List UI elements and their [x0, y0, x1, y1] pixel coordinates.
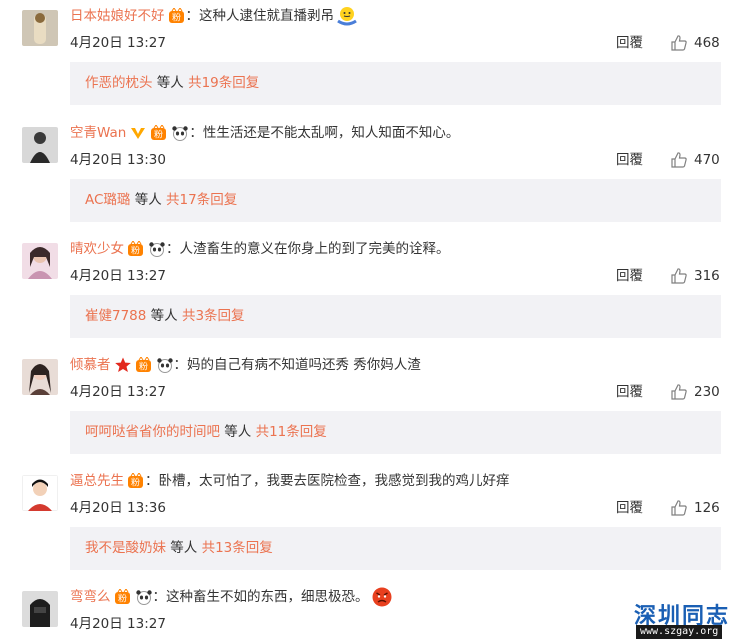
- reply-mid-text: 等人: [130, 192, 167, 208]
- like-button[interactable]: 470: [670, 149, 720, 171]
- replies-summary[interactable]: 崔健7788 等人 共3条回复: [70, 295, 721, 338]
- comment-time: 4月20日 13:27: [70, 384, 166, 400]
- angry-face-emoji-icon: [372, 587, 391, 607]
- reply-author[interactable]: 呵呵哒省省你的时间吧: [85, 424, 220, 440]
- reply-count-link[interactable]: 共13条回复: [202, 540, 273, 556]
- reply-mid-text: 等人: [166, 540, 202, 556]
- comment-text: ：这种畜生不如的东西，细思极恐。: [152, 589, 369, 605]
- like-count: 468: [694, 35, 720, 51]
- vip-badge-icon: 粉: [128, 241, 143, 257]
- like-count: 470: [694, 152, 720, 168]
- avatar[interactable]: [22, 475, 58, 511]
- reply-button[interactable]: 回覆: [616, 499, 643, 517]
- like-button[interactable]: 230: [670, 381, 720, 403]
- svg-text:粉: 粉: [131, 245, 140, 257]
- vip-badge-icon: 粉: [135, 357, 151, 373]
- site-watermark: 深圳同志 www.szgay.org: [622, 598, 737, 642]
- reply-count-link[interactable]: 共19条回复: [188, 75, 259, 91]
- comment-text: ：性生活还是不能太乱啊，知人知面不知心。: [189, 125, 460, 141]
- vip-badge-icon: 粉: [114, 589, 130, 605]
- replies-summary[interactable]: 作恶的枕头 等人 共19条回复: [70, 62, 721, 105]
- comment-text: ：妈的自己有病不知道吗还秀 秀你妈人渣: [173, 357, 421, 373]
- comment-time: 4月20日 13:27: [70, 35, 166, 51]
- vip-badge-icon: 粉: [128, 473, 143, 489]
- thumbs-up-icon: [671, 152, 687, 168]
- reply-author[interactable]: 崔健7788: [85, 308, 146, 324]
- svg-text:粉: 粉: [138, 361, 147, 373]
- username[interactable]: 空青Wan: [70, 123, 126, 143]
- comment-time: 4月20日 13:27: [70, 268, 166, 284]
- vip-badge-icon: 粉: [151, 125, 167, 141]
- svg-text:粉: 粉: [117, 593, 126, 605]
- like-count: 230: [694, 384, 720, 400]
- vip-badge-icon: 粉: [168, 8, 184, 24]
- avatar[interactable]: [22, 10, 58, 46]
- reply-author[interactable]: 作恶的枕头: [85, 75, 153, 91]
- reply-mid-text: 等人: [146, 308, 182, 324]
- username[interactable]: 日本姑娘好不好: [70, 6, 165, 26]
- username[interactable]: 弯弯么: [70, 587, 111, 607]
- reply-count-link[interactable]: 共17条回复: [166, 192, 237, 208]
- verified-v-icon: [131, 128, 146, 139]
- reply-button[interactable]: 回覆: [616, 267, 643, 285]
- username[interactable]: 倾慕者: [70, 355, 111, 375]
- thumbs-up-icon: [671, 268, 687, 284]
- username[interactable]: 逼总先生: [70, 471, 124, 491]
- reply-button[interactable]: 回覆: [616, 151, 643, 169]
- like-count: 316: [694, 268, 720, 284]
- replies-summary[interactable]: 我不是酸奶妹 等人 共13条回复: [70, 527, 721, 570]
- panda-icon: [172, 126, 189, 141]
- comment-time: 4月20日 13:36: [70, 500, 166, 516]
- avatar[interactable]: [22, 243, 58, 279]
- comment-time: 4月20日 13:27: [70, 616, 166, 632]
- avatar[interactable]: [22, 591, 58, 627]
- reply-author[interactable]: AC璐璐: [85, 192, 130, 208]
- shrug-emoji-icon: [337, 7, 357, 26]
- like-button[interactable]: 316: [670, 265, 720, 287]
- like-button[interactable]: 468: [670, 32, 720, 54]
- reply-count-link[interactable]: 共3条回复: [182, 308, 245, 324]
- replies-summary[interactable]: AC璐璐 等人 共17条回复: [70, 179, 721, 222]
- svg-text:粉: 粉: [154, 129, 163, 141]
- svg-text:粉: 粉: [171, 12, 180, 24]
- comment-text: ：人渣畜生的意义在你身上的到了完美的诠释。: [166, 241, 450, 257]
- avatar[interactable]: [22, 359, 58, 395]
- reply-author[interactable]: 我不是酸奶妹: [85, 540, 166, 556]
- replies-summary[interactable]: 呵呵哒省省你的时间吧 等人 共11条回复: [70, 411, 721, 454]
- thumbs-up-icon: [671, 35, 687, 51]
- reply-mid-text: 等人: [152, 75, 189, 91]
- reply-mid-text: 等人: [220, 424, 256, 440]
- comment-text: ：卧槽，太可怕了，我要去医院检查，我感觉到我的鸡儿好痒: [145, 473, 510, 489]
- thumbs-up-icon: [671, 500, 687, 516]
- reply-button[interactable]: 回覆: [616, 34, 643, 52]
- comment-time: 4月20日 13:30: [70, 152, 166, 168]
- avatar[interactable]: [22, 127, 58, 163]
- reply-button[interactable]: 回覆: [616, 383, 643, 401]
- watermark-url: www.szgay.org: [636, 625, 723, 639]
- star-icon: [114, 357, 131, 372]
- reply-count-link[interactable]: 共11条回复: [256, 424, 327, 440]
- comment-text: ：这种人逮住就直播剥吊: [185, 8, 335, 24]
- panda-icon: [156, 358, 173, 373]
- like-count: 126: [694, 500, 720, 516]
- username[interactable]: 晴欢少女: [70, 239, 124, 259]
- panda-icon: [135, 590, 152, 605]
- panda-icon: [149, 242, 165, 257]
- thumbs-up-icon: [671, 384, 687, 400]
- svg-text:粉: 粉: [131, 477, 140, 489]
- like-button[interactable]: 126: [670, 497, 720, 519]
